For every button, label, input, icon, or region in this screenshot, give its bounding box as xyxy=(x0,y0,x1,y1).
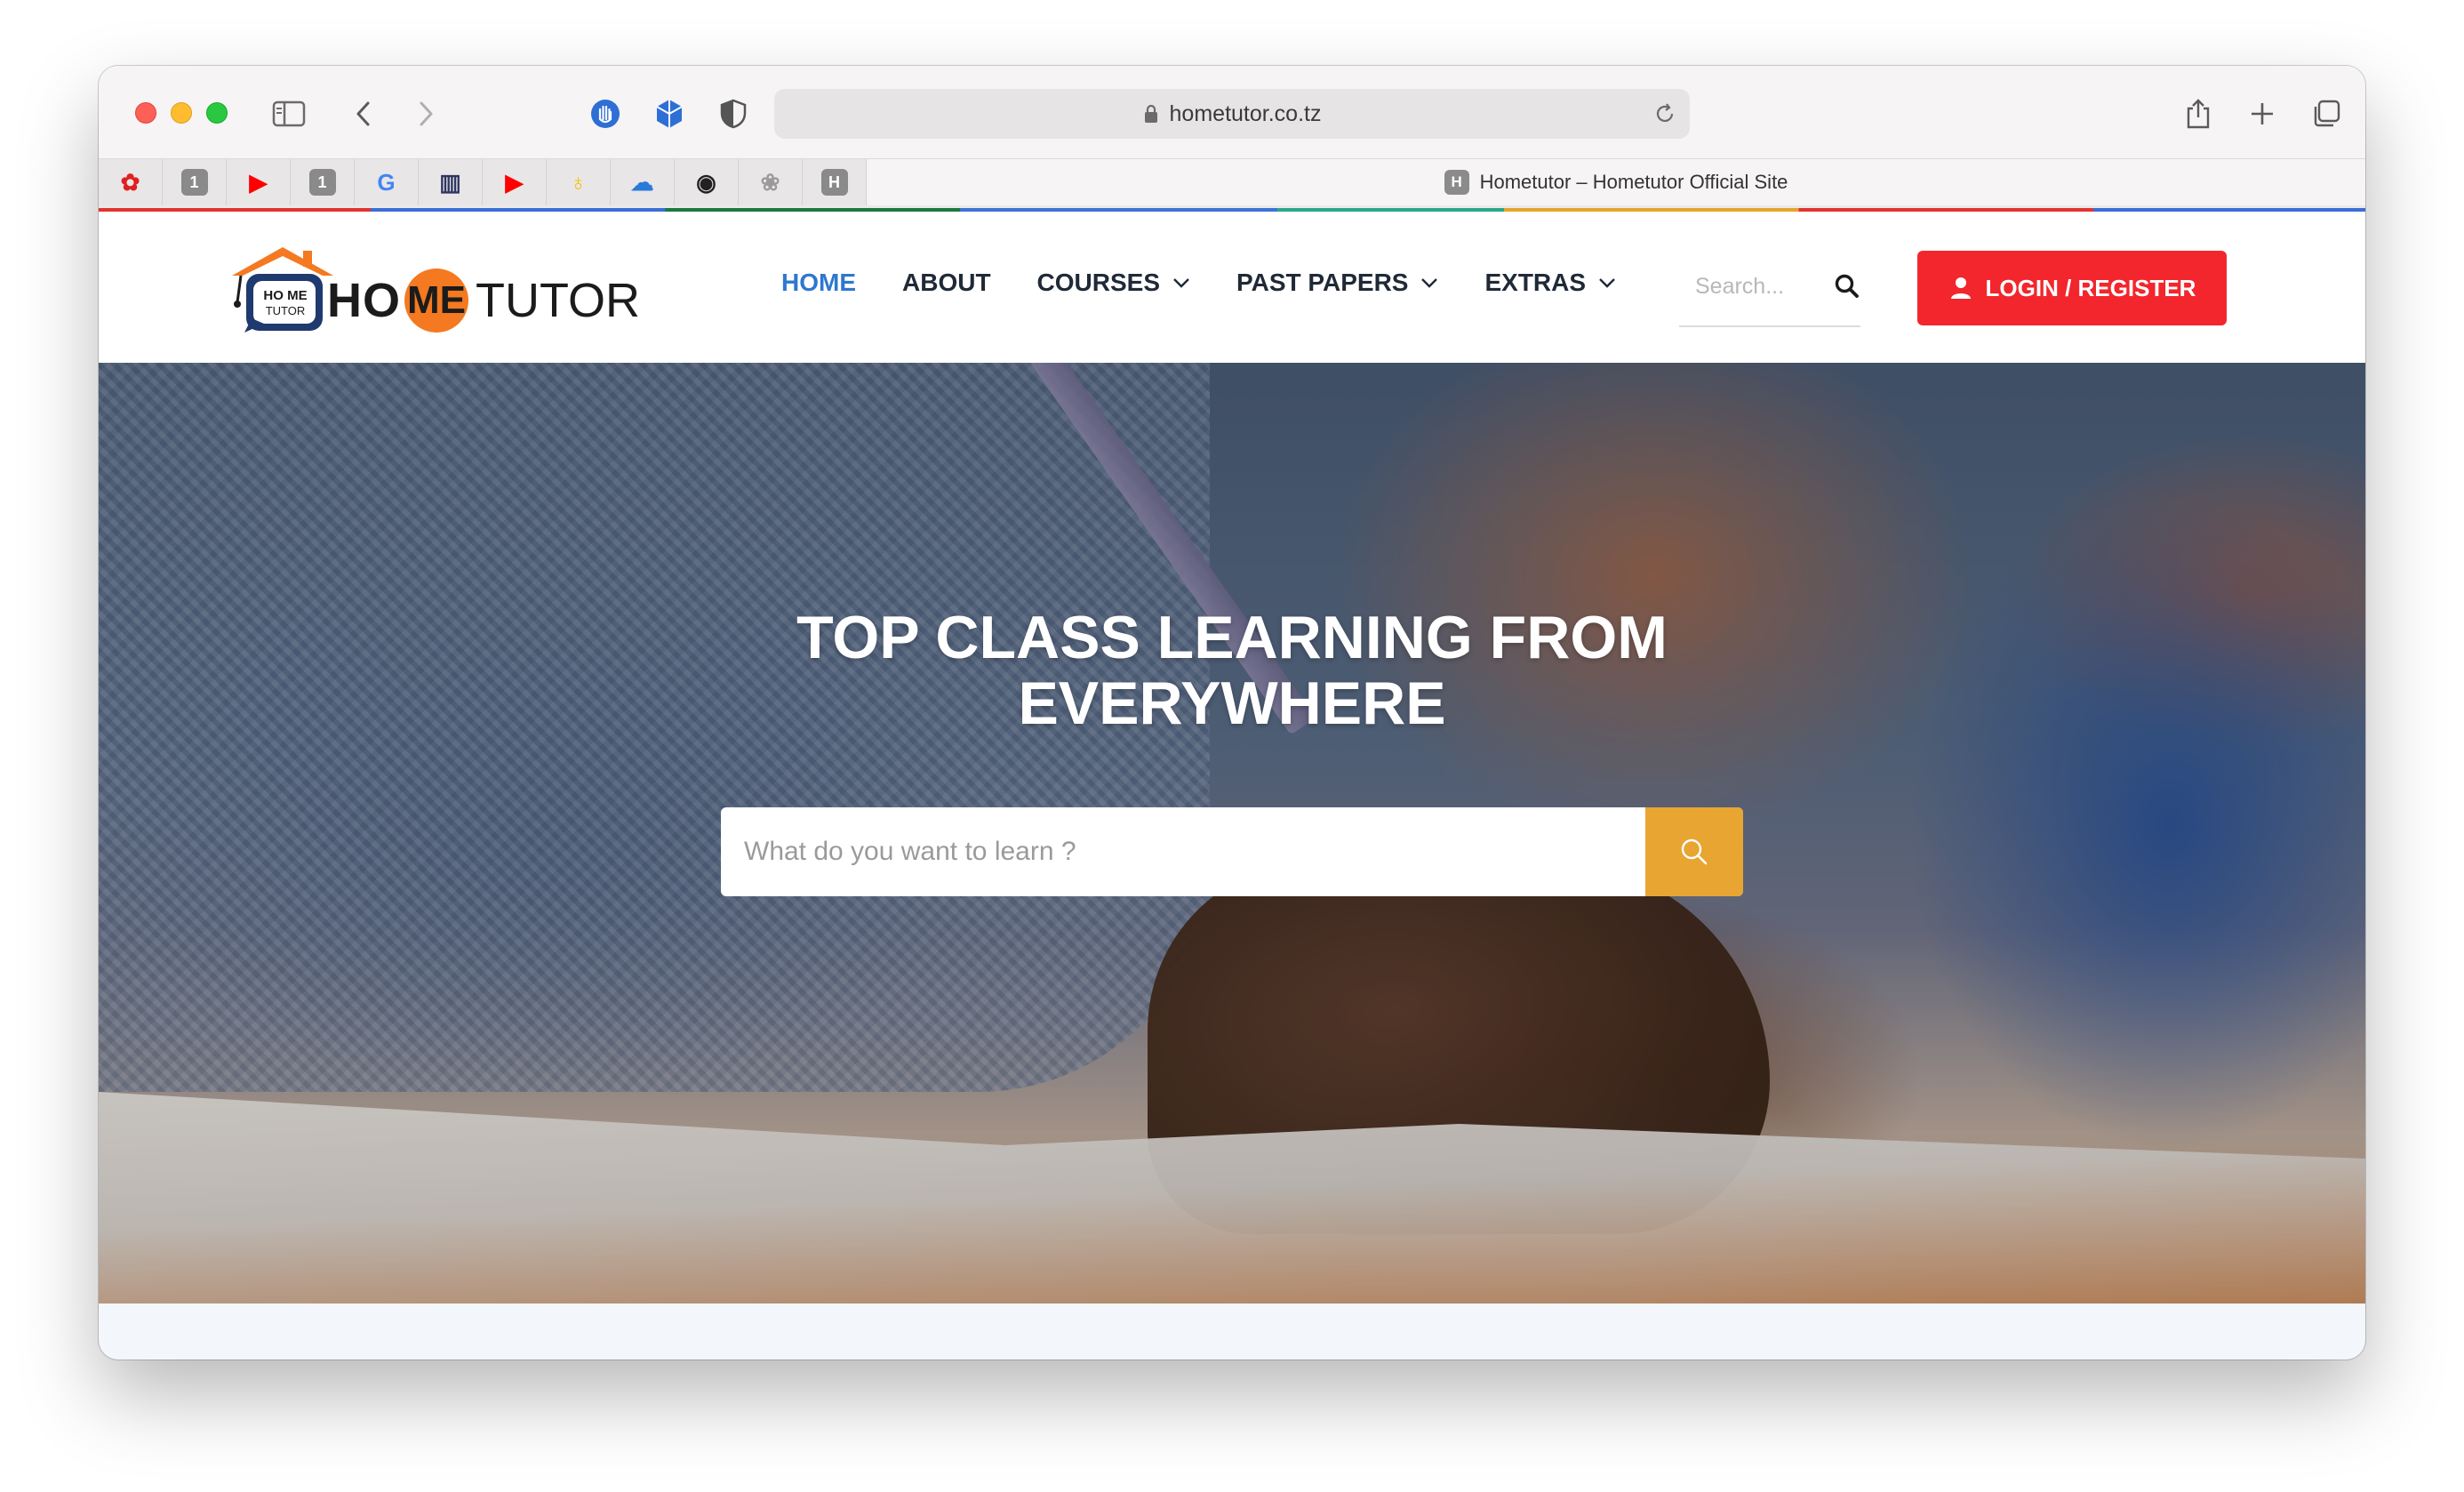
active-tab-title: Hometutor – Hometutor Official Site xyxy=(1479,171,1788,193)
pinned-tab[interactable]: ❀ xyxy=(739,159,803,205)
pinned-tab[interactable]: ▶ xyxy=(483,159,547,205)
cup-icon: ♁ xyxy=(569,168,588,196)
pinned-tab[interactable]: H xyxy=(803,159,867,205)
app-icon: ▥ xyxy=(439,168,461,196)
nav-past-papers[interactable]: PAST PAPERS xyxy=(1236,269,1438,297)
logo-badge-bottom: TUTOR xyxy=(265,304,306,317)
hero-section: TOP CLASS LEARNING FROM EVERYWHERE What … xyxy=(99,363,2365,1303)
tab-overview-icon[interactable] xyxy=(2308,96,2344,132)
header-search-placeholder: Search... xyxy=(1695,273,1785,299)
nav-courses-label: COURSES xyxy=(1036,269,1161,296)
share-icon[interactable] xyxy=(2180,96,2216,132)
hero-search-button[interactable] xyxy=(1645,807,1743,896)
shield-icon[interactable] xyxy=(716,96,751,132)
pinned-tab[interactable]: ♁ xyxy=(547,159,611,205)
chevron-down-icon xyxy=(1599,278,1615,288)
login-register-button[interactable]: LOGIN / REGISTER xyxy=(1917,251,2227,325)
google-icon: G xyxy=(377,168,396,196)
nav-extras-label: EXTRAS xyxy=(1484,269,1587,296)
nav-home[interactable]: HOME xyxy=(781,269,856,297)
tab-bar: H ❀ ◉ ☁ ♁ ▶ ▥ G 1 ▶ 1 ✿ H Hometutor – Hometutor Off… xyxy=(99,158,2365,208)
chevron-down-icon xyxy=(1173,278,1189,288)
onepassword-icon: 1 xyxy=(180,169,208,196)
address-bar[interactable]: hometutor.co.tz xyxy=(774,89,1690,139)
logo-ho: HO xyxy=(327,274,401,327)
nav-home-label: HOME xyxy=(781,269,856,296)
pinned-tab[interactable]: ▥ xyxy=(419,159,483,205)
minimize-window-button[interactable] xyxy=(171,102,192,124)
cloud-icon: ☁ xyxy=(630,168,654,196)
reload-icon[interactable] xyxy=(1652,101,1677,126)
logo-badge-top: HO ME xyxy=(263,288,308,303)
hand-extension-icon[interactable] xyxy=(588,96,623,132)
huawei-icon: ✿ xyxy=(120,168,140,196)
forward-icon[interactable] xyxy=(408,96,444,132)
browser-window: hometutor.co.tz H ❀ ◉ ☁ ♁ ▶ ▥ G 1 ▶ 1 ✿ H Hometutor… xyxy=(99,66,2365,1360)
hometutor-logo[interactable]: HO ME TUTOR HO ME TUTOR xyxy=(225,240,640,338)
pinned-tab[interactable]: 1 xyxy=(163,159,227,205)
hero-search-input[interactable]: What do you want to learn ? xyxy=(721,807,1645,896)
pinned-tab[interactable]: ✿ xyxy=(99,159,163,205)
browser-toolbar: hometutor.co.tz xyxy=(99,66,2365,158)
lock-icon xyxy=(1144,104,1157,123)
nav-courses[interactable]: COURSES xyxy=(1037,269,1190,297)
close-window-button[interactable] xyxy=(135,102,156,124)
pinned-tab[interactable]: ☁ xyxy=(611,159,675,205)
app-icon: ◉ xyxy=(696,168,716,196)
url-text: hometutor.co.tz xyxy=(1169,100,1322,126)
nav-about-label: ABOUT xyxy=(902,269,991,296)
user-icon xyxy=(1950,277,1971,299)
logo-me: ME xyxy=(404,269,468,333)
nav-extras[interactable]: EXTRAS xyxy=(1484,269,1616,297)
sidebar-toggle-icon[interactable] xyxy=(271,96,307,132)
hometutor-favicon-icon: H xyxy=(1444,170,1469,195)
youtube-icon: ▶ xyxy=(505,168,524,196)
logo-tutor: TUTOR xyxy=(476,274,640,327)
nav-past-papers-label: PAST PAPERS xyxy=(1236,269,1409,296)
site-header: HO ME TUTOR HO ME TUTOR HOME ABOUT COURS… xyxy=(99,212,2365,363)
back-icon[interactable] xyxy=(346,96,381,132)
nav-about[interactable]: ABOUT xyxy=(902,269,991,297)
search-icon[interactable] xyxy=(1834,273,1860,300)
search-icon xyxy=(1681,838,1708,865)
pinned-tab[interactable]: ▶ xyxy=(227,159,291,205)
chevron-down-icon xyxy=(1421,278,1438,288)
hero-title-line1: TOP CLASS LEARNING FROM xyxy=(796,604,1668,671)
new-tab-icon[interactable] xyxy=(2244,96,2280,132)
hero-search-bar: What do you want to learn ? xyxy=(721,807,1743,896)
logo-wordmark: HO ME TUTOR xyxy=(327,269,640,333)
zoom-window-button[interactable] xyxy=(206,102,228,124)
hero-title-line2: EVERYWHERE xyxy=(1018,670,1446,737)
active-tab[interactable]: H Hometutor – Hometutor Official Site xyxy=(867,159,2365,205)
pinned-tab[interactable]: 1 xyxy=(291,159,355,205)
main-nav: HOME ABOUT COURSES PAST PAPERS EXTRAS xyxy=(781,269,1662,297)
login-register-label: LOGIN / REGISTER xyxy=(1985,274,2196,301)
youtube-icon: ▶ xyxy=(249,168,268,196)
cube-extension-icon[interactable] xyxy=(652,96,687,132)
onepassword-icon: 1 xyxy=(308,169,336,196)
pinned-tab[interactable]: G xyxy=(355,159,419,205)
pinned-tab[interactable]: ◉ xyxy=(675,159,739,205)
hero-title: TOP CLASS LEARNING FROM EVERYWHERE xyxy=(99,605,2365,736)
flower-icon: ❀ xyxy=(760,168,780,196)
header-search-field[interactable]: Search... xyxy=(1679,247,1860,327)
hometutor-icon: H xyxy=(820,169,848,196)
